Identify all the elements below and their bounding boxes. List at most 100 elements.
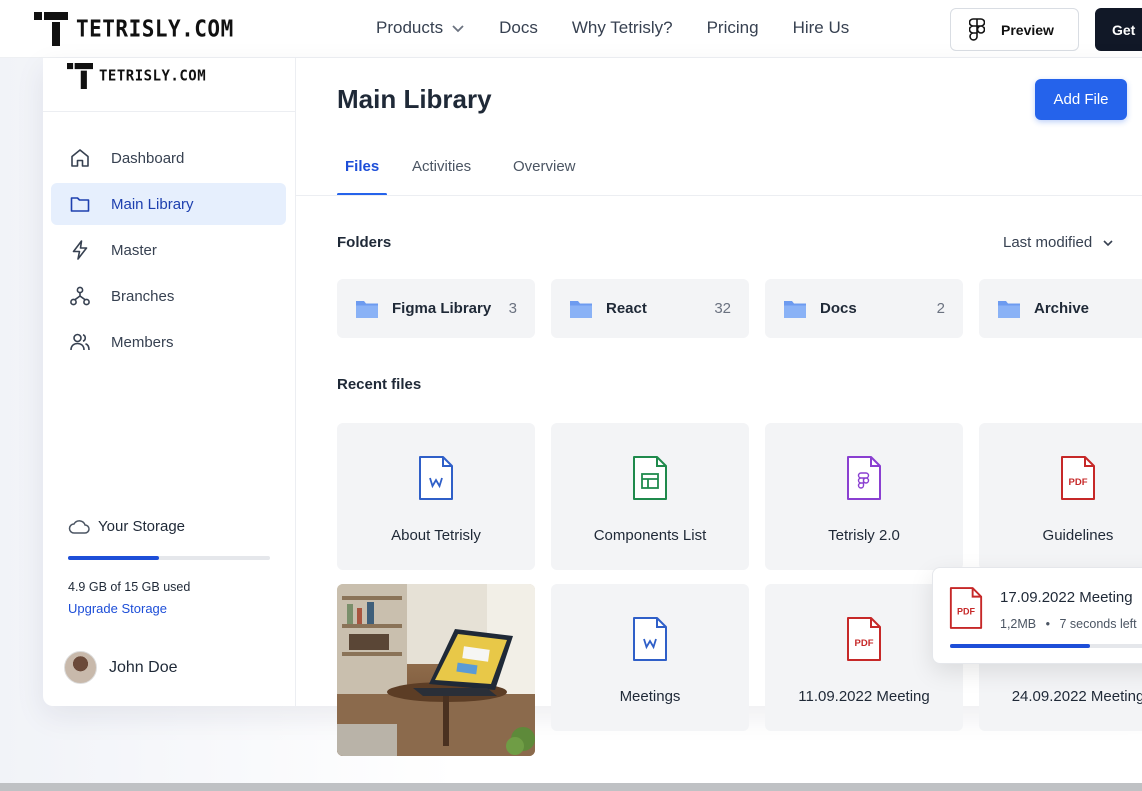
user-profile[interactable]: John Doe bbox=[64, 651, 178, 684]
upload-progress-fill bbox=[950, 644, 1091, 648]
folder-icon bbox=[998, 300, 1020, 318]
folders-heading: Folders bbox=[337, 234, 392, 251]
file-card-meetings[interactable]: Meetings bbox=[551, 584, 749, 731]
file-name: 24.09.2022 Meeting bbox=[1011, 688, 1142, 705]
nav-hire-us[interactable]: Hire Us bbox=[793, 18, 850, 38]
folder-icon bbox=[70, 197, 90, 212]
sort-dropdown[interactable]: Last modified bbox=[1003, 234, 1114, 251]
branches-icon bbox=[70, 286, 90, 306]
word-doc-icon bbox=[633, 617, 667, 661]
file-card-about-tetrisly[interactable]: About Tetrisly bbox=[337, 423, 535, 570]
tetrisly-logo-icon bbox=[34, 12, 68, 46]
folder-card-docs[interactable]: Docs 2 bbox=[765, 279, 963, 338]
sidebar-item-members[interactable]: Members bbox=[51, 321, 286, 363]
user-name: John Doe bbox=[109, 658, 178, 676]
sidebar-item-main-library[interactable]: Main Library bbox=[51, 183, 286, 225]
folder-count: 32 bbox=[714, 300, 731, 317]
cloud-icon bbox=[68, 519, 90, 534]
nav-products[interactable]: Products bbox=[376, 18, 465, 38]
tab-activities[interactable]: Activities bbox=[412, 158, 471, 175]
brand-name: TETRISLY.COM bbox=[76, 15, 234, 43]
preview-button-label: Preview bbox=[1001, 21, 1054, 38]
pdf-icon: PDF bbox=[949, 587, 983, 629]
tab-files[interactable]: Files bbox=[345, 158, 379, 175]
upload-size: 1,2MB bbox=[1000, 617, 1037, 631]
bottom-edge bbox=[0, 783, 1142, 791]
nav-pricing[interactable]: Pricing bbox=[707, 18, 759, 38]
avatar bbox=[64, 651, 97, 684]
tab-overview[interactable]: Overview bbox=[513, 158, 576, 175]
folder-card-archive[interactable]: Archive bbox=[979, 279, 1142, 338]
workspace-photo bbox=[337, 584, 535, 756]
sidebar-item-dashboard[interactable]: Dashboard bbox=[51, 137, 286, 179]
sidebar-item-label: Main Library bbox=[111, 195, 194, 213]
storage-used-text: 4.9 GB of 15 GB used bbox=[68, 580, 191, 594]
nav-docs[interactable]: Docs bbox=[499, 18, 538, 38]
svg-text:PDF: PDF bbox=[855, 638, 874, 649]
sidebar-item-label: Master bbox=[111, 241, 157, 259]
storage-progress-fill bbox=[68, 556, 159, 560]
file-name: 11.09.2022 Meeting bbox=[798, 688, 930, 705]
upload-file-name: 17.09.2022 Meeting bbox=[1000, 589, 1133, 606]
folder-card-figma-library[interactable]: Figma Library 3 bbox=[337, 279, 535, 338]
sort-label: Last modified bbox=[1003, 234, 1093, 251]
sidebar-item-master[interactable]: Master bbox=[51, 229, 286, 271]
folder-count: 3 bbox=[508, 300, 517, 317]
sidebar-divider bbox=[43, 111, 296, 112]
top-navbar: TETRISLY.COM Products Docs Why Tetrisly?… bbox=[0, 0, 1142, 58]
storage-section-title: Your Storage bbox=[68, 518, 185, 535]
folder-name: Docs bbox=[820, 300, 857, 317]
figma-icon bbox=[969, 17, 985, 41]
upload-meta: 1,2MB • 7 seconds left bbox=[1000, 617, 1137, 631]
brand-logo[interactable]: TETRISLY.COM bbox=[34, 12, 234, 46]
main-nav: Products Docs Why Tetrisly? Pricing Hire… bbox=[376, 18, 883, 38]
tabs-divider bbox=[296, 195, 1142, 196]
svg-text:PDF: PDF bbox=[1069, 477, 1088, 488]
folder-name: Figma Library bbox=[392, 300, 492, 317]
spreadsheet-icon bbox=[633, 456, 667, 500]
chevron-down-icon bbox=[1103, 239, 1113, 246]
folder-count: 2 bbox=[936, 300, 945, 317]
pdf-icon: PDF bbox=[1061, 456, 1095, 500]
get-button[interactable]: Get bbox=[1095, 8, 1142, 51]
file-name: Components List bbox=[593, 527, 707, 544]
sidebar-item-label: Members bbox=[111, 333, 174, 351]
preview-button[interactable]: Preview bbox=[950, 8, 1079, 51]
storage-progress-bar bbox=[68, 556, 270, 560]
upgrade-storage-link[interactable]: Upgrade Storage bbox=[68, 601, 167, 616]
file-card-guidelines[interactable]: PDF Guidelines bbox=[979, 423, 1142, 570]
file-card-tetrisly-2[interactable]: Tetrisly 2.0 bbox=[765, 423, 963, 570]
nav-why-tetrisly[interactable]: Why Tetrisly? bbox=[572, 18, 673, 38]
file-card-components-list[interactable]: Components List bbox=[551, 423, 749, 570]
folder-card-react[interactable]: React 32 bbox=[551, 279, 749, 338]
folder-icon bbox=[784, 300, 806, 318]
sidebar-brand[interactable]: TETRISLY.COM bbox=[67, 63, 206, 89]
folder-name: React bbox=[606, 300, 647, 317]
recent-files-heading: Recent files bbox=[337, 376, 422, 393]
sidebar: TETRISLY.COM Dashboard Main Library Mast… bbox=[43, 58, 296, 706]
upload-separator: • bbox=[1045, 617, 1051, 631]
file-card-photo-thumbnail[interactable] bbox=[337, 584, 535, 756]
word-doc-icon bbox=[419, 456, 453, 500]
home-icon bbox=[71, 149, 89, 167]
file-name: Guidelines bbox=[1042, 527, 1114, 544]
members-icon bbox=[70, 333, 90, 351]
figma-file-icon bbox=[847, 456, 881, 500]
lightning-icon bbox=[72, 240, 88, 260]
add-file-button[interactable]: Add File bbox=[1035, 79, 1127, 120]
sidebar-brand-name: TETRISLY.COM bbox=[99, 67, 207, 85]
folder-name: Archive bbox=[1034, 300, 1090, 317]
file-name: Tetrisly 2.0 bbox=[828, 527, 900, 544]
pdf-icon: PDF bbox=[847, 617, 881, 661]
sidebar-item-label: Dashboard bbox=[111, 149, 185, 167]
svg-text:PDF: PDF bbox=[957, 607, 976, 617]
file-name: About Tetrisly bbox=[391, 527, 481, 544]
sidebar-item-branches[interactable]: Branches bbox=[51, 275, 286, 317]
sidebar-item-label: Branches bbox=[111, 287, 175, 305]
file-name: Meetings bbox=[619, 688, 681, 705]
tetrisly-logo-icon bbox=[67, 63, 93, 89]
page-title: Main Library bbox=[337, 84, 492, 114]
upload-progress-bar bbox=[950, 644, 1142, 648]
upload-eta: 7 seconds left bbox=[1059, 617, 1137, 631]
upload-progress-toast[interactable]: PDF 17.09.2022 Meeting 1,2MB • 7 seconds… bbox=[932, 567, 1142, 664]
